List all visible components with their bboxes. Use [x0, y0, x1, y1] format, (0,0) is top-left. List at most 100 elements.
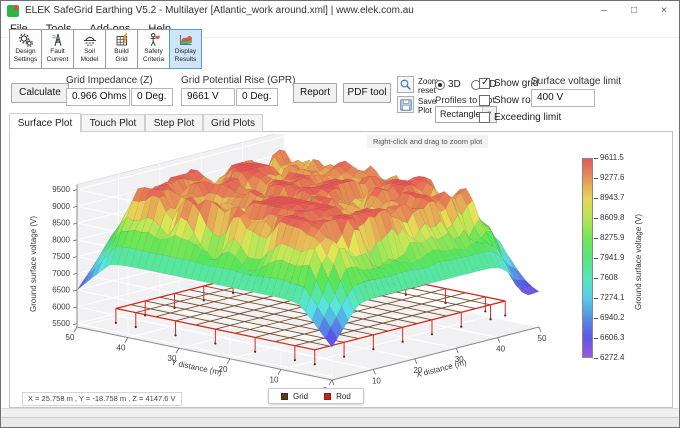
colorbar-tick-mark: [594, 278, 598, 279]
show-rod-length-checkbox-box[interactable]: [479, 95, 490, 106]
pdf-tool-button[interactable]: PDF tool: [343, 83, 391, 103]
colorbar-tick-label: 8609.8: [600, 213, 624, 222]
gpr-angle: 0 Deg.: [236, 88, 278, 106]
colorbar-tick-mark: [594, 178, 598, 179]
gpr-magnitude: 9661 V: [181, 88, 235, 106]
zoom-reset-label-2: reset: [418, 86, 436, 95]
exceeding-limit-checkbox-label: Exceeding limit: [494, 112, 561, 123]
person-heart-icon: [146, 32, 162, 48]
statusbar: [1, 408, 679, 428]
tab-surface-plot[interactable]: Surface Plot: [9, 113, 81, 133]
save-icon: [399, 98, 413, 112]
app-icon: [7, 5, 19, 17]
rod-legend-label: Rod: [336, 392, 351, 401]
show-grid-checkbox-box[interactable]: [479, 78, 490, 89]
surface-voltage-limit-input[interactable]: 400 V: [531, 89, 595, 107]
design-settings-label-2: Settings: [14, 56, 38, 64]
save-plot-label-2: Plot: [418, 106, 432, 115]
colorbar-tick-label: 8943.7: [600, 193, 624, 202]
z-tick-label: 8500: [52, 219, 70, 228]
show-grid-checkbox[interactable]: Show grid: [479, 78, 538, 89]
main-toolbar: Design Settings Fault Current Soil Model: [9, 29, 201, 69]
build-grid-button[interactable]: Build Grid: [105, 29, 138, 69]
exceeding-limit-checkbox-box[interactable]: [479, 112, 490, 123]
app-window: ELEK SafeGrid Earthing V5.2 - Multilayer…: [0, 0, 680, 428]
cursor-coordinates-readout: X = 25.758 m , Y = -18.758 m , Z = 4147.…: [22, 392, 182, 406]
report-button[interactable]: Report: [293, 83, 337, 103]
build-grid-label-1: Build: [114, 48, 128, 56]
fault-current-button[interactable]: Fault Current: [41, 29, 74, 69]
surface-plot-panel: Right-click and drag to zoom plot 550060…: [9, 131, 673, 408]
colorbar-tick-label: 6940.2: [600, 313, 624, 322]
colorbar-tick-mark: [594, 218, 598, 219]
tower-icon: [50, 32, 66, 48]
grid-impedance-label: Grid Impedance (Z): [66, 75, 153, 86]
legend-item-rod: Rod: [324, 392, 351, 401]
save-plot-label-1: Save: [418, 97, 436, 106]
colorbar-tick-label: 6606.3: [600, 333, 624, 342]
x-tick-label: 50: [538, 334, 547, 343]
window-title: ELEK SafeGrid Earthing V5.2 - Multilayer…: [25, 5, 414, 16]
grid-bolt-icon: [114, 32, 130, 48]
colorbar-tick-label: 9611.5: [600, 153, 624, 162]
colorbar-axis-label: Ground surface voltage (V): [634, 177, 643, 347]
z-axis-label: Ground surface voltage (V): [29, 216, 38, 312]
colorbar-tick-label: 7274.1: [600, 293, 624, 302]
design-settings-label-1: Design: [15, 48, 35, 56]
safety-criteria-button[interactable]: Safety Criteria: [137, 29, 170, 69]
display-results-label-1: Display: [175, 48, 196, 56]
design-settings-button[interactable]: Design Settings: [9, 29, 42, 69]
x-tick-label: 10: [372, 376, 381, 385]
colorbar-tick-mark: [594, 298, 598, 299]
colorbar-tick-label: 9277.6: [600, 173, 624, 182]
grid-legend-label: Grid: [293, 392, 308, 401]
zoom-reset-button[interactable]: [397, 76, 414, 93]
close-button[interactable]: ×: [649, 1, 679, 21]
x-tick-label: 40: [496, 345, 505, 354]
colorbar-tick-mark: [594, 358, 598, 359]
z-tick-label: 7500: [52, 252, 70, 261]
legend-item-grid: Grid: [281, 392, 308, 401]
surface-plot-canvas[interactable]: 5500600065007000750080008500900095000102…: [12, 134, 572, 396]
save-plot-button[interactable]: [397, 96, 414, 113]
safety-criteria-label-2: Criteria: [143, 56, 164, 64]
y-tick-label: 50: [66, 333, 75, 342]
colorbar: [582, 158, 593, 358]
tab-step-plot[interactable]: Step Plot: [145, 114, 203, 132]
tab-touch-plot[interactable]: Touch Plot: [81, 114, 145, 132]
display-results-button[interactable]: Display Results: [169, 29, 202, 69]
z-tick-label: 6000: [52, 302, 70, 311]
colorbar-tick-mark: [594, 318, 598, 319]
radio-3d-label: 3D: [448, 79, 461, 90]
x-axis-label: X distance (m): [415, 358, 468, 380]
calculate-button[interactable]: Calculate: [11, 83, 69, 103]
y-tick-label: 10: [270, 375, 279, 384]
build-grid-label-2: Grid: [115, 56, 127, 64]
z-tick-label: 6500: [52, 286, 70, 295]
profiles-dropdown-value: Rectangle: [440, 109, 481, 119]
maximize-button[interactable]: □: [619, 1, 649, 21]
display-results-label-2: Results: [175, 56, 197, 64]
statusbar-inner: [1, 417, 679, 428]
z-tick-label: 5500: [52, 319, 70, 328]
soil-model-button[interactable]: Soil Model: [73, 29, 106, 69]
tab-grid-plots[interactable]: Grid Plots: [203, 114, 263, 132]
grid-impedance-angle: 0 Deg.: [131, 88, 173, 106]
soil-model-label-1: Soil: [84, 48, 95, 56]
minimize-button[interactable]: –: [589, 1, 619, 21]
colorbar-tick-mark: [594, 258, 598, 259]
colorbar-tick-label: 6272.4: [600, 353, 624, 362]
soil-layers-icon: [82, 32, 98, 48]
colorbar-tick-mark: [594, 238, 598, 239]
radio-3d[interactable]: [435, 80, 445, 90]
y-tick-label: 40: [117, 344, 126, 353]
gpr-label: Grid Potential Rise (GPR): [181, 75, 295, 86]
grid-legend-swatch: [281, 393, 288, 400]
exceeding-limit-checkbox[interactable]: Exceeding limit: [479, 112, 561, 123]
colorbar-tick-mark: [594, 158, 598, 159]
colorbar-tick-mark: [594, 198, 598, 199]
surface-chart-icon: [178, 32, 194, 48]
surface-voltage-limit-label: Surface voltage limit: [531, 76, 621, 87]
magnifier-icon: [399, 78, 413, 92]
plot-legend: Grid Rod: [268, 388, 364, 404]
